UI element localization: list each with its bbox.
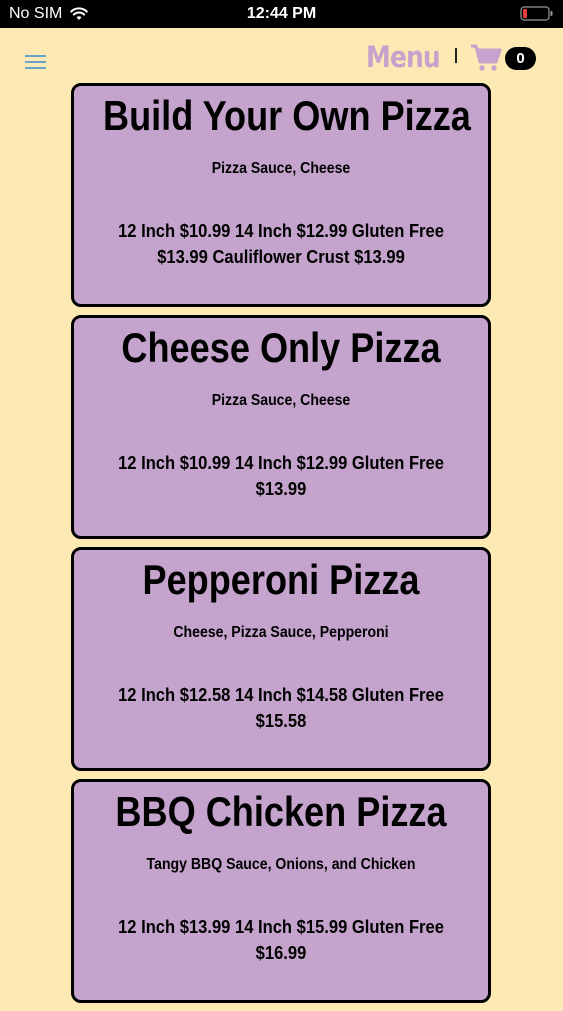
menu-item-prices: 12 Inch $10.99 14 Inch $12.99 Gluten Fre… — [118, 453, 444, 499]
menu-title-link[interactable]: Menu — [366, 40, 441, 74]
cart-count-badge: 0 — [505, 47, 536, 70]
hamburger-icon[interactable] — [25, 55, 46, 70]
menu-item-card[interactable]: Build Your Own Pizza Pizza Sauce, Cheese… — [71, 83, 491, 307]
menu-item-card[interactable]: Pepperoni Pizza Cheese, Pizza Sauce, Pep… — [71, 547, 491, 771]
status-bar: No SIM 12:44 PM — [0, 0, 563, 28]
status-time: 12:44 PM — [246, 5, 317, 22]
menu-item-prices: 12 Inch $10.99 14 Inch $12.99 Gluten Fre… — [118, 221, 444, 267]
menu-list: Build Your Own Pizza Pizza Sauce, Cheese… — [71, 83, 491, 1011]
menu-item-name: Pepperoni Pizza — [142, 556, 420, 603]
menu-item-card[interactable]: Cheese Only Pizza Pizza Sauce, Cheese 12… — [71, 315, 491, 539]
menu-item-prices: 12 Inch $13.99 14 Inch $15.99 Gluten Fre… — [118, 917, 444, 963]
app-header: Menu 0 — [0, 28, 563, 84]
menu-item-description: Pizza Sauce, Cheese — [211, 392, 351, 409]
menu-item-description: Cheese, Pizza Sauce, Pepperoni — [173, 624, 389, 641]
menu-item-name: BBQ Chicken Pizza — [115, 788, 447, 835]
menu-item-description: Tangy BBQ Sauce, Onions, and Chicken — [146, 856, 416, 873]
menu-item-name: Cheese Only Pizza — [121, 324, 441, 371]
menu-item-description: Pizza Sauce, Cheese — [211, 160, 351, 177]
menu-item-name: Build Your Own Pizza — [102, 92, 471, 139]
battery-icon — [520, 6, 553, 21]
menu-item-card[interactable]: BBQ Chicken Pizza Tangy BBQ Sauce, Onion… — [71, 779, 491, 1003]
header-divider — [455, 48, 457, 63]
menu-item-prices: 12 Inch $12.58 14 Inch $14.58 Gluten Fre… — [118, 685, 444, 731]
cart-icon[interactable] — [470, 43, 502, 73]
